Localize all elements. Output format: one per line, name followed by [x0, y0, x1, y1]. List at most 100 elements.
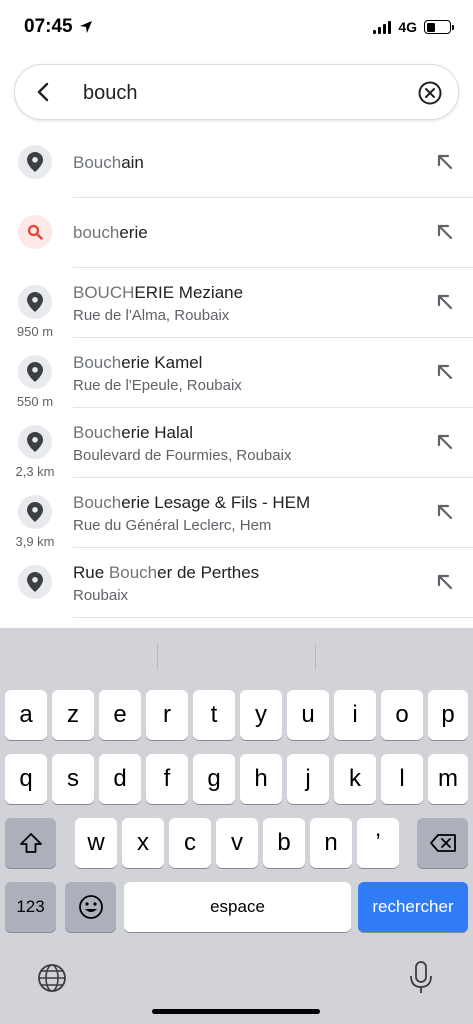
- key-m[interactable]: m: [428, 754, 468, 804]
- pin-icon: [18, 425, 52, 459]
- key-b[interactable]: b: [263, 818, 305, 868]
- match-text: Bouch: [108, 562, 158, 582]
- pin-icon: [18, 495, 52, 529]
- key-o[interactable]: o: [381, 690, 423, 740]
- key-a[interactable]: a: [5, 690, 47, 740]
- key-t[interactable]: t: [193, 690, 235, 740]
- suggestion-row[interactable]: Rue Boucher de Perthes Roubaix: [0, 548, 473, 618]
- match-text: Bouch: [73, 352, 122, 372]
- suggestion-row[interactable]: 950 m BOUCHERIE Meziane Rue de l'Alma, R…: [0, 268, 473, 339]
- suggestion-title: Bouchain: [73, 153, 413, 173]
- fill-query-arrow-icon[interactable]: [435, 152, 455, 172]
- suggestion-address: Rue de l'Epeule, Roubaix: [73, 376, 242, 394]
- fill-query-arrow-icon[interactable]: [435, 292, 455, 312]
- emoji-key[interactable]: [65, 882, 116, 932]
- suggestion-row[interactable]: 3,9 km Boucherie Lesage & Fils - HEM Rue…: [0, 478, 473, 549]
- backspace-icon: [429, 834, 456, 852]
- microphone-icon[interactable]: [406, 960, 436, 996]
- space-key[interactable]: espace: [124, 882, 351, 932]
- predictive-bar: [0, 628, 473, 688]
- key-p[interactable]: p: [428, 690, 468, 740]
- key-c[interactable]: c: [169, 818, 211, 868]
- rest-text: erie Kamel: [121, 352, 203, 372]
- search-key[interactable]: rechercher: [358, 882, 468, 932]
- match-text: Bouch: [73, 492, 122, 512]
- suggestion-address: Rue du Général Leclerc, Hem: [73, 516, 272, 534]
- rest-text: ERIE Meziane: [134, 282, 244, 302]
- key-n[interactable]: n: [310, 818, 352, 868]
- network-type: 4G: [398, 19, 417, 35]
- suggestion-row[interactable]: 2,3 km Boucherie Halal Boulevard de Four…: [0, 408, 473, 479]
- suggestion-title: BOUCHERIE Meziane: [73, 283, 413, 303]
- suggestion-address: Roubaix: [73, 586, 129, 604]
- distance-label: 2,3 km: [15, 464, 55, 479]
- distance-label: 550 m: [16, 394, 54, 409]
- rest-text: ain: [121, 153, 144, 172]
- key-r[interactable]: r: [146, 690, 188, 740]
- suggestion-address: Boulevard de Fourmies, Roubaix: [73, 446, 292, 464]
- key-h[interactable]: h: [240, 754, 282, 804]
- pin-icon: [18, 355, 52, 389]
- keyboard: a z e r t y u i o p q s d f g h j k l m …: [0, 628, 473, 1024]
- key-u[interactable]: u: [287, 690, 329, 740]
- key-w[interactable]: w: [75, 818, 117, 868]
- rest-text: erie: [119, 223, 148, 242]
- emoji-icon: [78, 895, 103, 919]
- fill-query-arrow-icon[interactable]: [435, 222, 455, 242]
- search-input[interactable]: [83, 79, 403, 107]
- fill-query-arrow-icon[interactable]: [435, 502, 455, 522]
- back-arrow-icon[interactable]: [31, 79, 57, 105]
- key-l[interactable]: l: [381, 754, 423, 804]
- suggestion-row[interactable]: boucherie: [0, 198, 473, 268]
- key-q[interactable]: q: [5, 754, 47, 804]
- match-text: Bouch: [73, 153, 122, 172]
- search-icon: [18, 215, 52, 249]
- status-bar: 07:45 4G: [0, 0, 473, 56]
- match-text: Bouch: [73, 422, 122, 442]
- suggestion-address: Rue de l'Alma, Roubaix: [73, 306, 230, 324]
- suggestion-title: boucherie: [73, 223, 413, 243]
- fill-query-arrow-icon[interactable]: [435, 362, 455, 382]
- clear-search-icon[interactable]: [416, 79, 444, 107]
- key-x[interactable]: x: [122, 818, 164, 868]
- fill-query-arrow-icon[interactable]: [435, 572, 455, 592]
- pin-icon: [18, 285, 52, 319]
- shift-icon: [19, 833, 42, 853]
- location-arrow-icon: [79, 21, 92, 33]
- rest-text: erie Halal: [121, 422, 194, 442]
- key-v[interactable]: v: [216, 818, 258, 868]
- suggestion-list: Bouchain boucherie 950 m BOUCHERIE Mezia…: [0, 128, 473, 618]
- suggestion-title: Boucherie Halal: [73, 423, 413, 443]
- home-indicator: [152, 1009, 320, 1014]
- key-j[interactable]: j: [287, 754, 329, 804]
- distance-label: 3,9 km: [15, 534, 55, 549]
- key-k[interactable]: k: [334, 754, 376, 804]
- shift-key[interactable]: [5, 818, 56, 868]
- divider: [157, 644, 158, 670]
- key-g[interactable]: g: [193, 754, 235, 804]
- backspace-key[interactable]: [417, 818, 468, 868]
- fill-query-arrow-icon[interactable]: [435, 432, 455, 452]
- rest-text: er de Perthes: [157, 562, 260, 582]
- pin-icon: [18, 565, 52, 599]
- rest-text: erie Lesage & Fils - HEM: [121, 492, 311, 512]
- numbers-key[interactable]: 123: [5, 882, 56, 932]
- key-d[interactable]: d: [99, 754, 141, 804]
- battery-icon: [424, 20, 454, 34]
- prefix-text: Rue: [73, 562, 109, 582]
- suggestion-row[interactable]: Bouchain: [0, 128, 473, 198]
- key-z[interactable]: z: [52, 690, 94, 740]
- clock: 07:45: [24, 16, 73, 37]
- key-f[interactable]: f: [146, 754, 188, 804]
- key-y[interactable]: y: [240, 690, 282, 740]
- globe-icon[interactable]: [36, 962, 68, 994]
- search-box[interactable]: [14, 64, 459, 120]
- suggestion-row[interactable]: 550 m Boucherie Kamel Rue de l'Epeule, R…: [0, 338, 473, 409]
- suggestion-title: Boucherie Kamel: [73, 353, 413, 373]
- pin-icon: [18, 145, 52, 179]
- key-apostrophe[interactable]: ’: [357, 818, 399, 868]
- key-e[interactable]: e: [99, 690, 141, 740]
- match-text: bouch: [73, 223, 120, 242]
- key-s[interactable]: s: [52, 754, 94, 804]
- key-i[interactable]: i: [334, 690, 376, 740]
